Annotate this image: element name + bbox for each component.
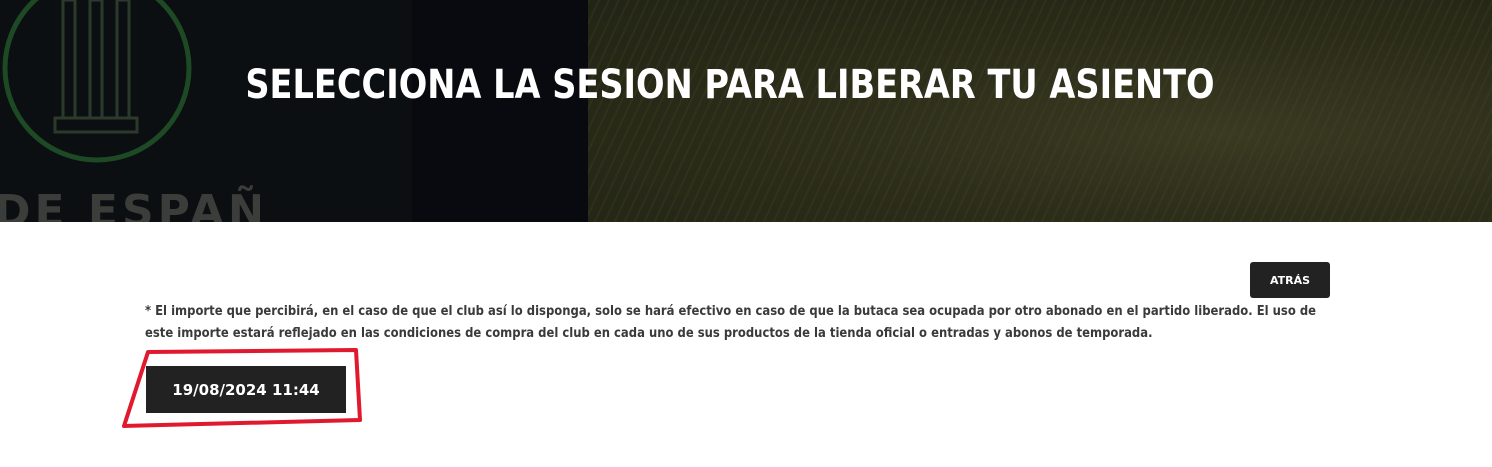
notice-text: * El importe que percibirá, en el caso d… [145, 300, 1316, 344]
hero-banner: DE ESPAÑA SELECCIONA LA SESION PARA LIBE… [0, 0, 1492, 222]
hero-background-text: DE ESPAÑA [0, 184, 260, 222]
back-button[interactable]: ATRÁS [1250, 262, 1330, 298]
club-crest-icon: DE ESPAÑA [0, 0, 260, 222]
notice-text-content: * El importe que percibirá, en el caso d… [145, 303, 1317, 341]
session-button[interactable]: 19/08/2024 11:44 [146, 366, 346, 413]
page-title: SELECCIONA LA SESION PARA LIBERAR TU ASI… [245, 62, 1215, 108]
hero-background-image [588, 0, 1492, 222]
hero-dark-strip [412, 0, 588, 222]
